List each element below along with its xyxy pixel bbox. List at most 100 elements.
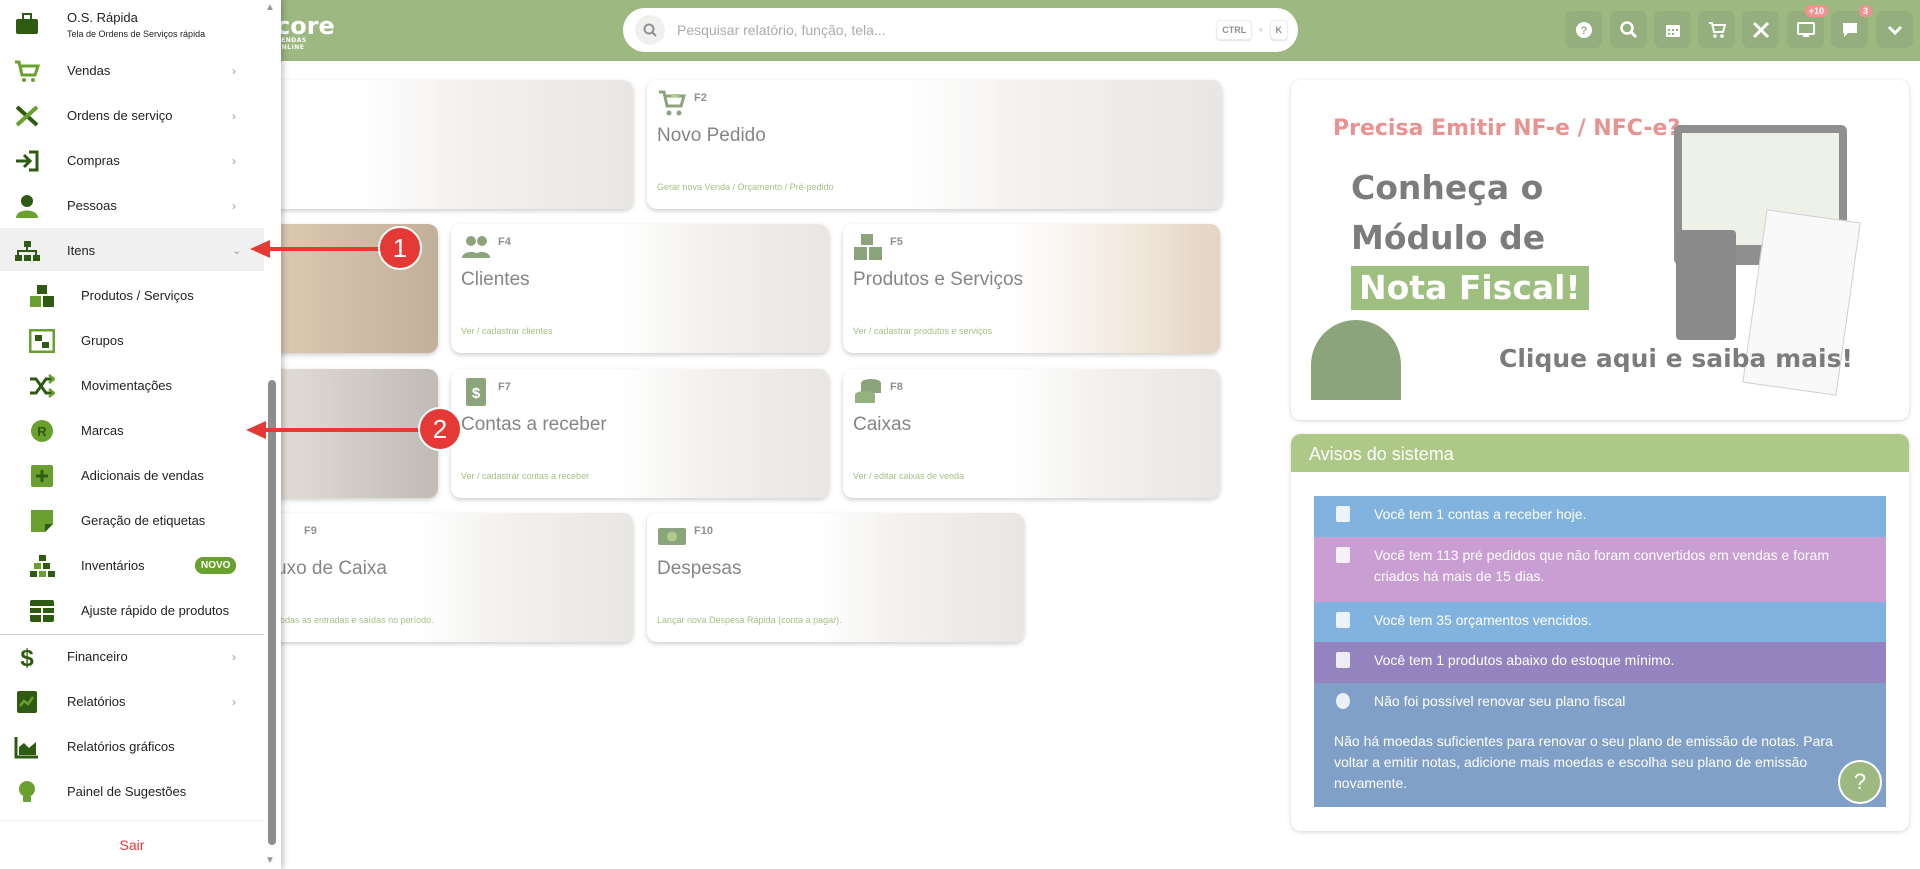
sidebar-item-os-rapida[interactable]: O.S. Rápida Tela de Ordens de Serviços r… bbox=[0, 0, 264, 45]
card-despesas[interactable]: F10 Despesas Lançar nova Despesa Rápida … bbox=[647, 513, 1024, 642]
floating-help-button[interactable]: ? bbox=[1838, 760, 1882, 804]
boxes-icon bbox=[28, 282, 56, 310]
pyramid-boxes-icon bbox=[28, 552, 56, 580]
notices-title: Avisos do sistema bbox=[1291, 434, 1909, 472]
card-fluxo-caixa[interactable]: F9 uxo de Caixa odas as entradas e saída… bbox=[240, 513, 633, 642]
card-title: Novo Pedido bbox=[657, 125, 766, 146]
card-left-partial-1[interactable] bbox=[240, 80, 633, 209]
sidebar-subitem-ajuste[interactable]: Ajuste rápido de produtos bbox=[0, 588, 264, 633]
card-subtitle: Ver / cadastrar contas a receber bbox=[461, 471, 590, 481]
sidebar-item-financeiro[interactable]: $ Financeiro › bbox=[0, 634, 264, 679]
card-title: Despesas bbox=[657, 558, 742, 579]
chat-icon bbox=[1842, 22, 1857, 37]
sidebar-item-vendas[interactable]: Vendas › bbox=[0, 48, 264, 93]
card-caixas[interactable]: F8 Caixas Ver / editar caixas de venda bbox=[843, 369, 1220, 498]
lightbulb-icon bbox=[13, 778, 41, 806]
sidebar-scrollbar-thumb[interactable] bbox=[268, 380, 276, 845]
promo-banner[interactable]: Precisa Emitir NF-e / NFC-e? Conheça o M… bbox=[1291, 80, 1909, 420]
sidebar-subitem-etiquetas[interactable]: Geração de etiquetas bbox=[0, 498, 264, 543]
scroll-down-icon[interactable]: ▼ bbox=[265, 855, 275, 866]
sidebar-item-label: Movimentações bbox=[81, 378, 173, 393]
user-icon bbox=[13, 192, 41, 220]
card-title: Clientes bbox=[461, 269, 530, 290]
calendar-icon bbox=[1665, 24, 1680, 37]
card-produtos-servicos[interactable]: F5 Produtos e Serviços Ver / cadastrar p… bbox=[843, 224, 1220, 353]
tools-button[interactable] bbox=[1742, 11, 1779, 48]
shortcut-label: F5 bbox=[890, 236, 903, 248]
annotation-arrow-2 bbox=[264, 428, 424, 432]
shuffle-icon bbox=[28, 372, 56, 400]
sidebar-item-label: Relatórios bbox=[67, 694, 126, 709]
account-menu-button[interactable] bbox=[1876, 11, 1913, 48]
sidebar-item-ordens[interactable]: Ordens de serviço › bbox=[0, 93, 264, 138]
card-subtitle: Ver / cadastrar produtos e serviços bbox=[853, 326, 993, 336]
zoom-button[interactable] bbox=[1610, 11, 1647, 48]
cart-icon bbox=[13, 57, 41, 85]
card-subtitle: Lançar nova Despesa Rápida (conta a paga… bbox=[657, 615, 842, 625]
group-icon bbox=[28, 327, 56, 355]
notice-text: Você tem 113 pré pedidos que não foram c… bbox=[1374, 547, 1830, 584]
top-bar: core VENDAS ONLINE Pesquisar relatório, f… bbox=[0, 0, 1920, 61]
sidebar-subitem-produtos[interactable]: Produtos / Serviços bbox=[0, 273, 264, 318]
search-bar[interactable]: Pesquisar relatório, função, tela... CTR… bbox=[623, 8, 1298, 52]
dollar-icon: $ bbox=[13, 643, 41, 671]
question-icon: ? bbox=[1853, 769, 1867, 794]
search-input[interactable]: Pesquisar relatório, função, tela... bbox=[677, 22, 1216, 38]
sidebar-item-sugestoes[interactable]: Painel de Sugestões bbox=[0, 769, 264, 814]
sidebar-item-itens[interactable]: Itens ⌄ bbox=[0, 228, 264, 273]
scroll-up-icon[interactable]: ▲ bbox=[265, 2, 275, 13]
annotation-number-2: 2 bbox=[418, 407, 462, 451]
sidebar-item-graficos[interactable]: Relatórios gráficos bbox=[0, 724, 264, 769]
chevron-right-icon: › bbox=[232, 108, 236, 123]
notice-stock[interactable]: Você tem 1 produtos abaixo do estoque mí… bbox=[1314, 642, 1886, 683]
notice-quotes[interactable]: Você tem 35 orçamentos vencidos. bbox=[1314, 602, 1886, 642]
annotation-arrow-1 bbox=[268, 247, 390, 251]
sidebar-subitem-inventarios[interactable]: Inventários NOVO bbox=[0, 543, 264, 588]
notice-receivables[interactable]: Você tem 1 contas a receber hoje. bbox=[1314, 496, 1886, 537]
cash-icon bbox=[658, 528, 686, 545]
shortcut-key-k: K bbox=[1269, 20, 1288, 40]
sidebar-item-label: Marcas bbox=[81, 423, 124, 438]
brand-logo[interactable]: core VENDAS ONLINE bbox=[276, 12, 335, 51]
cart-button[interactable] bbox=[1698, 11, 1735, 48]
sidebar-item-label: Vendas bbox=[67, 63, 111, 78]
logout-button[interactable]: Sair bbox=[0, 820, 264, 869]
plus-square-icon bbox=[28, 462, 56, 490]
sidebar-item-label: Painel de Sugestões bbox=[67, 784, 187, 799]
sidebar-item-label: Grupos bbox=[81, 333, 124, 348]
screens-button[interactable]: +10 bbox=[1787, 5, 1828, 48]
card-photo bbox=[357, 80, 633, 209]
shortcut-label: F2 bbox=[694, 92, 707, 104]
calendar-button[interactable] bbox=[1654, 11, 1691, 48]
card-contas-receber[interactable]: $ F7 Contas a receber Ver / cadastrar co… bbox=[451, 369, 829, 498]
chevron-right-icon: › bbox=[232, 153, 236, 168]
sidebar-item-label: O.S. Rápida bbox=[67, 10, 138, 25]
sidebar-item-pessoas[interactable]: Pessoas › bbox=[0, 183, 264, 228]
sidebar-item-compras[interactable]: Compras › bbox=[0, 138, 264, 183]
sidebar-item-label: Geração de etiquetas bbox=[81, 513, 206, 528]
sidebar-subitem-grupos[interactable]: Grupos bbox=[0, 318, 264, 363]
question-icon: ? bbox=[1575, 21, 1592, 38]
sidebar-subitem-movimentacoes[interactable]: Movimentações bbox=[0, 363, 264, 408]
notice-preorders[interactable]: Você tem 113 pré pedidos que não foram c… bbox=[1314, 537, 1886, 602]
notice-fiscal-plan[interactable]: Não foi possível renovar seu plano fisca… bbox=[1314, 683, 1886, 807]
sidebar-subitem-adicionais[interactable]: Adicionais de vendas bbox=[0, 453, 264, 498]
chevron-down-icon bbox=[1887, 25, 1902, 35]
sticky-note-icon bbox=[28, 507, 56, 535]
sidebar-item-relatorios[interactable]: Relatórios › bbox=[0, 679, 264, 724]
messages-badge: 3 bbox=[1858, 5, 1872, 17]
cart-icon bbox=[1708, 21, 1726, 38]
promo-cta[interactable]: Clique aqui e saiba mais! bbox=[1499, 344, 1853, 373]
card-clientes[interactable]: F4 Clientes Ver / cadastrar clientes bbox=[451, 224, 829, 353]
promo-line-1: Conheça o bbox=[1351, 168, 1544, 207]
grid-table-icon bbox=[28, 597, 56, 625]
document-icon bbox=[1336, 652, 1350, 668]
shortcut-label: F4 bbox=[498, 236, 511, 248]
notice-text: Você tem 1 produtos abaixo do estoque mí… bbox=[1374, 652, 1675, 668]
sidebar-item-label: Ordens de serviço bbox=[67, 108, 173, 123]
sidebar-subitem-marcas[interactable]: R Marcas bbox=[0, 408, 264, 453]
help-button[interactable]: ? bbox=[1565, 11, 1602, 48]
card-novo-pedido[interactable]: F2 Novo Pedido Gerar nova Venda / Orçame… bbox=[647, 80, 1222, 209]
messages-button[interactable]: 3 bbox=[1831, 5, 1872, 48]
svg-text:?: ? bbox=[1580, 25, 1587, 37]
